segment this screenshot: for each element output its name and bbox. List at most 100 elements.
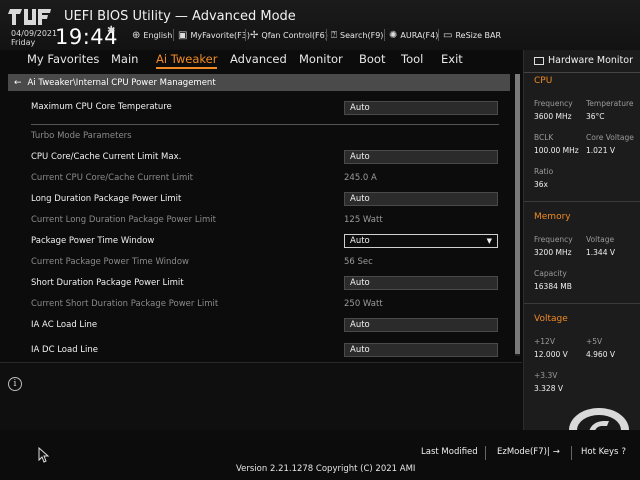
- gear-icon[interactable]: ✱: [107, 25, 115, 36]
- v12-label: +12V: [534, 337, 555, 346]
- setting-row-ia-dc[interactable]: IA DC Load Line: [31, 345, 98, 355]
- setting-label: Short Duration Package Power Limit: [31, 278, 184, 288]
- aura-button[interactable]: ✺ AURA(F4): [389, 30, 438, 41]
- mem-voltage-value: 1.344 V: [586, 248, 615, 257]
- breadcrumb-path: Ai Tweaker\Internal CPU Power Management: [27, 77, 216, 88]
- aura-label: AURA(F4): [400, 31, 439, 40]
- hw-section-memory: Memory: [534, 212, 571, 222]
- last-modified-button[interactable]: Last Modified: [421, 447, 478, 457]
- last-modified-label: Last Modified: [421, 447, 478, 457]
- ia-dc-field[interactable]: Auto: [344, 343, 498, 357]
- tab-my-favorites[interactable]: My Favorites: [27, 52, 99, 66]
- tab-exit[interactable]: Exit: [441, 52, 463, 66]
- tab-ai-tweaker[interactable]: Ai Tweaker: [156, 52, 218, 69]
- settings-list: Maximum CPU Core Temperature Auto Turbo …: [0, 92, 522, 360]
- setting-label: Maximum CPU Core Temperature: [31, 102, 172, 112]
- footer-bar: Last Modified EzMode(F7)| → Hot Keys ? V…: [0, 430, 640, 480]
- divider: [524, 72, 640, 73]
- hardware-monitor-label: Hardware Monitor: [548, 55, 633, 66]
- core-voltage-label: Core Voltage: [586, 133, 634, 142]
- aura-icon: ✺: [389, 30, 398, 41]
- divider: [571, 446, 572, 460]
- setting-row-time-window[interactable]: Package Power Time Window: [31, 236, 154, 246]
- tab-main[interactable]: Main: [111, 52, 138, 66]
- setting-row-short-power[interactable]: Short Duration Package Power Limit: [31, 278, 184, 288]
- setting-label: Long Duration Package Power Limit: [31, 194, 182, 204]
- language-button[interactable]: ⊕ English: [132, 30, 172, 41]
- v33-value: 3.328 V: [534, 384, 563, 393]
- main-menu: My Favorites Main Ai Tweaker Advanced Mo…: [0, 50, 522, 70]
- short-power-field[interactable]: Auto: [344, 276, 498, 290]
- info-value: 56 Sec: [344, 257, 373, 267]
- mem-frequency-label: Frequency: [534, 235, 573, 244]
- mem-voltage-label: Voltage: [586, 235, 615, 244]
- ia-ac-field[interactable]: Auto: [344, 318, 498, 332]
- v12-value: 12.000 V: [534, 350, 568, 359]
- divider: [384, 29, 385, 41]
- info-icon: i: [8, 377, 22, 391]
- scrollbar[interactable]: [515, 74, 520, 356]
- v33-label: +3.3V: [534, 371, 558, 380]
- resize-bar-icon: ▭: [443, 30, 453, 41]
- chevron-down-icon: ▼: [486, 237, 492, 245]
- section-label: Turbo Mode Parameters: [31, 131, 132, 141]
- divider: [524, 201, 640, 202]
- resize-bar-label: ReSize BAR: [455, 31, 502, 40]
- hardware-monitor-panel: Hardware Monitor CPU Frequency Temperatu…: [523, 50, 640, 430]
- question-icon: ?: [621, 447, 626, 457]
- app-title: UEFI BIOS Utility — Advanced Mode: [64, 9, 296, 24]
- v5-label: +5V: [586, 337, 603, 346]
- divider: [485, 446, 486, 460]
- search-button[interactable]: ⍰ Search(F9): [331, 30, 383, 41]
- myfavorite-button[interactable]: ▣ MyFavorite(F3): [178, 30, 250, 41]
- qfan-button[interactable]: ✢ Qfan Control(F6): [250, 30, 328, 41]
- setting-row-ia-ac[interactable]: IA AC Load Line: [31, 320, 97, 330]
- day-display: Friday: [11, 38, 36, 47]
- myfavorite-label: MyFavorite(F3): [190, 31, 250, 40]
- setting-label: IA DC Load Line: [31, 345, 99, 355]
- setting-row-max-cpu-temp[interactable]: Maximum CPU Core Temperature: [31, 102, 172, 112]
- time-window-dropdown[interactable]: Auto ▼: [344, 234, 498, 248]
- tab-monitor[interactable]: Monitor: [299, 52, 343, 66]
- setting-row-core-cache-limit[interactable]: CPU Core/Cache Current Limit Max.: [31, 152, 181, 162]
- favorite-icon: ▣: [178, 30, 188, 41]
- hot-keys-label: Hot Keys: [581, 447, 619, 457]
- tab-tool[interactable]: Tool: [401, 52, 423, 66]
- cpu-frequency-label: Frequency: [534, 99, 573, 108]
- core-cache-limit-field[interactable]: Auto: [344, 150, 498, 164]
- cpu-temperature-value: 36°C: [586, 112, 605, 121]
- cpu-frequency-value: 3600 MHz: [534, 112, 572, 121]
- hardware-monitor-title: Hardware Monitor: [534, 55, 633, 66]
- hot-keys-button[interactable]: Hot Keys ?: [581, 447, 626, 457]
- back-arrow-icon[interactable]: ←: [14, 78, 22, 88]
- divider: [524, 303, 640, 304]
- resize-bar-button[interactable]: ▭ ReSize BAR: [443, 30, 501, 41]
- tab-boot[interactable]: Boot: [359, 52, 385, 66]
- core-voltage-value: 1.021 V: [586, 146, 615, 155]
- ratio-value: 36x: [534, 180, 548, 189]
- scrollbar-thumb[interactable]: [515, 74, 520, 354]
- version-text: Version 2.21.1278 Copyright (C) 2021 AMI: [236, 464, 416, 474]
- exit-arrow-icon: →: [552, 447, 560, 457]
- header-bar: UEFI BIOS Utility — Advanced Mode 04/09/…: [0, 0, 640, 50]
- v5-value: 4.960 V: [586, 350, 615, 359]
- hw-section-cpu: CPU: [534, 76, 553, 86]
- language-label: English: [143, 31, 173, 40]
- section-divider: [31, 124, 499, 125]
- setting-label: IA AC Load Line: [31, 320, 98, 330]
- breadcrumb[interactable]: ← Ai Tweaker\Internal CPU Power Manageme…: [8, 74, 510, 91]
- tab-advanced[interactable]: Advanced: [230, 52, 287, 66]
- search-icon: ⍰: [331, 30, 337, 41]
- max-cpu-temp-field[interactable]: Auto: [344, 101, 498, 115]
- info-row-current-long-power: Current Long Duration Package Power Limi…: [31, 215, 383, 225]
- bclk-value: 100.00 MHz: [534, 146, 579, 155]
- info-label: Current CPU Core/Cache Current Limit: [31, 173, 193, 183]
- hw-section-voltage: Voltage: [534, 314, 568, 324]
- capacity-value: 16384 MB: [534, 282, 572, 291]
- long-power-field[interactable]: Auto: [344, 192, 498, 206]
- info-row-current-core-cache: Current CPU Core/Cache Current Limit 245…: [31, 173, 377, 183]
- ezmode-button[interactable]: EzMode(F7)| →: [497, 447, 560, 457]
- mem-frequency-value: 3200 MHz: [534, 248, 572, 257]
- setting-row-long-power[interactable]: Long Duration Package Power Limit: [31, 194, 181, 204]
- info-label: Current Short Duration Package Power Lim…: [31, 299, 219, 309]
